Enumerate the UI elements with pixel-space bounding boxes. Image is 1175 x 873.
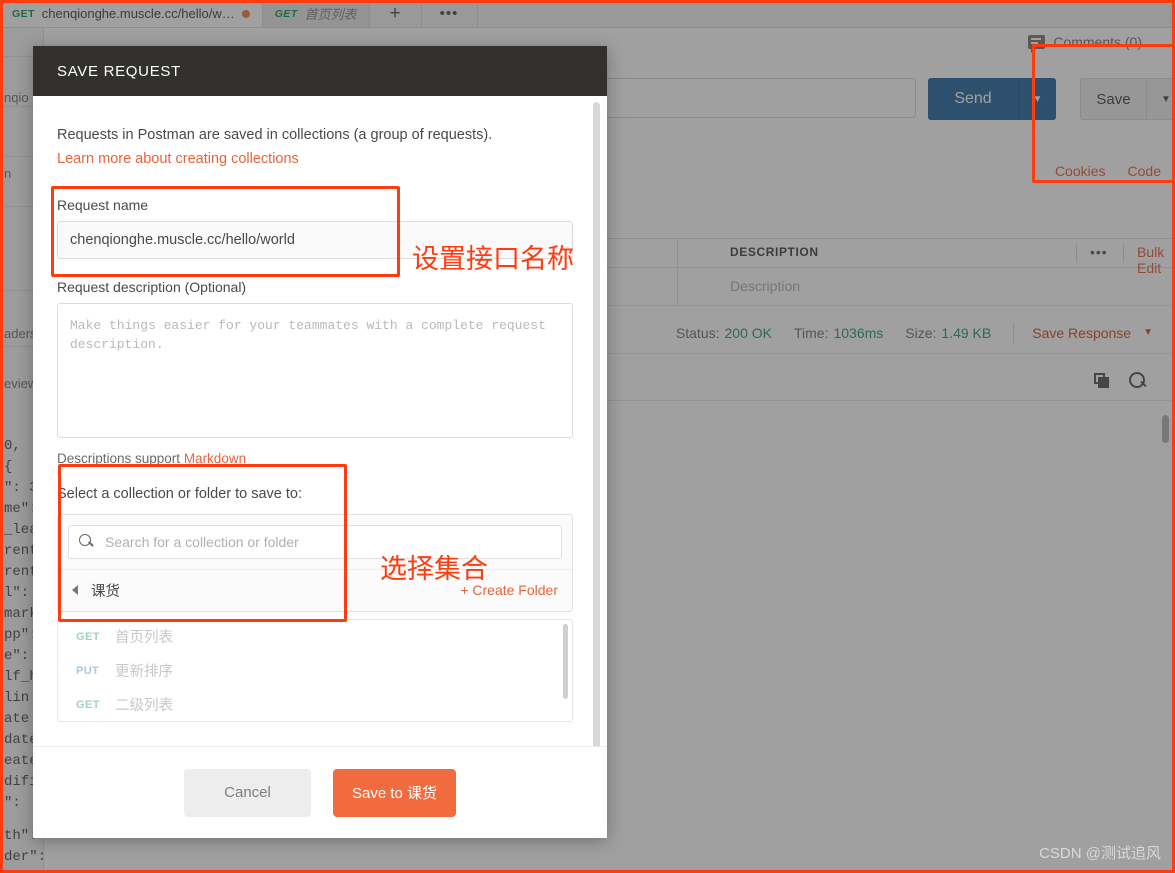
save-to-collection-button[interactable]: Save to 课货 bbox=[333, 768, 456, 817]
collection-row-left: 课货 bbox=[72, 580, 120, 601]
request-description-label: Request description (Optional) bbox=[57, 278, 247, 295]
markdown-note: Descriptions support Markdown bbox=[57, 451, 583, 466]
markdown-link[interactable]: Markdown bbox=[184, 451, 246, 466]
dialog-title: SAVE REQUEST bbox=[57, 62, 181, 80]
annotation-select-collection: 选择集合 bbox=[380, 554, 488, 585]
collection-selector: Search for a collection or folder 课货 + C… bbox=[57, 513, 573, 612]
request-name-1: 更新排序 bbox=[115, 664, 173, 681]
collection-search-placeholder: Search for a collection or folder bbox=[105, 533, 299, 550]
request-list: GET 首页列表 PUT 更新排序 GET 二级列表 bbox=[57, 618, 573, 722]
intro-text: Requests in Postman are saved in collect… bbox=[57, 124, 583, 171]
dialog-footer: Cancel Save to 课货 bbox=[33, 746, 607, 838]
markdown-note-prefix: Descriptions support bbox=[57, 450, 184, 466]
collection-row[interactable]: 课货 + Create Folder bbox=[58, 568, 572, 611]
intro-sentence: Requests in Postman are saved in collect… bbox=[57, 127, 493, 143]
request-name-2: 二级列表 bbox=[115, 698, 173, 715]
list-item[interactable]: PUT 更新排序 bbox=[58, 654, 572, 688]
search-icon bbox=[79, 534, 94, 549]
request-name-0: 首页列表 bbox=[115, 630, 173, 647]
annotation-set-api-name: 设置接口名称 bbox=[412, 244, 574, 275]
dialog-header: SAVE REQUEST bbox=[33, 46, 607, 96]
screenshot-root: GET chenqionghe.muscle.cc/hello/w… GET 首… bbox=[0, 0, 1175, 873]
request-list-scrollbar[interactable] bbox=[563, 623, 568, 699]
collection-name: 课货 bbox=[91, 583, 120, 600]
request-method-1: PUT bbox=[76, 664, 100, 677]
learn-more-link[interactable]: Learn more about creating collections bbox=[57, 148, 583, 170]
list-item[interactable]: GET 二级列表 bbox=[58, 688, 572, 721]
request-method-2: GET bbox=[76, 698, 100, 711]
dialog-scrollbar[interactable] bbox=[593, 102, 600, 784]
list-item[interactable]: GET 首页列表 bbox=[58, 620, 572, 654]
request-description-textarea[interactable]: Make things easier for your teammates wi… bbox=[57, 302, 573, 438]
select-collection-label: Select a collection or folder to save to… bbox=[57, 485, 303, 502]
dialog-body: Requests in Postman are saved in collect… bbox=[33, 96, 607, 780]
request-name-label: Request name bbox=[57, 196, 149, 213]
cancel-button[interactable]: Cancel bbox=[184, 768, 311, 817]
triangle-left-icon[interactable] bbox=[72, 585, 78, 596]
watermark: CSDN @测试追风 bbox=[1039, 845, 1161, 862]
request-method-0: GET bbox=[76, 630, 100, 643]
save-request-dialog: SAVE REQUEST Requests in Postman are sav… bbox=[33, 46, 607, 838]
